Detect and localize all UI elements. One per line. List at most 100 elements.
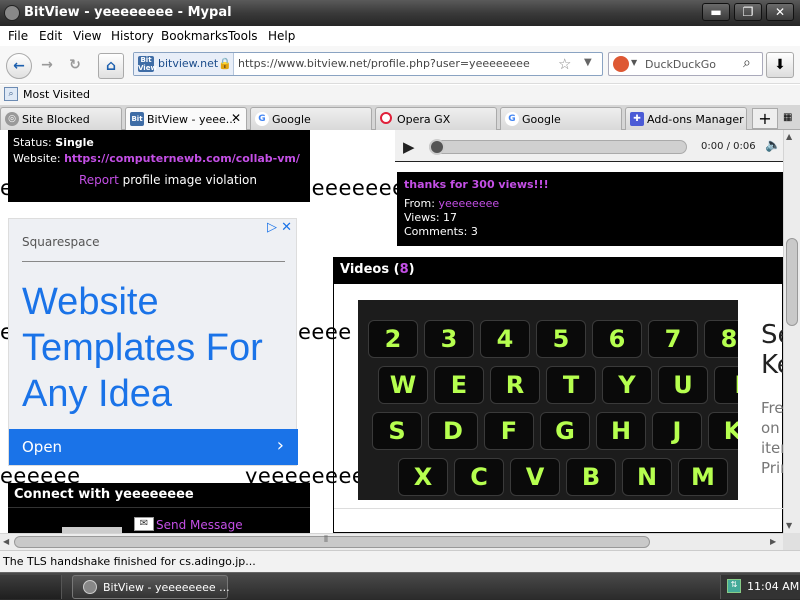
bookmark-most-visited[interactable]: Most Visited: [23, 88, 90, 101]
reload-button[interactable]: ↻: [62, 53, 88, 79]
report-link[interactable]: Report: [79, 173, 119, 187]
tab-google-2[interactable]: G Google: [500, 107, 622, 130]
url-history-dropdown-icon[interactable]: ▼: [584, 57, 592, 68]
list-all-tabs-icon[interactable]: ▦: [783, 112, 792, 123]
downloads-button[interactable]: ⬇: [766, 52, 794, 78]
search-engine-dropdown-icon[interactable]: ▼: [631, 58, 637, 67]
globe-icon: ◎: [5, 112, 19, 126]
status-text: The TLS handshake finished for cs.adingo…: [3, 555, 256, 568]
menu-view[interactable]: View: [73, 29, 101, 43]
status-line: Status: Single: [13, 136, 94, 149]
home-button[interactable]: ⌂: [98, 53, 124, 79]
website-label: Website:: [13, 152, 61, 165]
keyboard-key: K: [708, 412, 738, 450]
keyboard-key: 3: [424, 320, 474, 358]
video-thumbnail[interactable]: 2345678 WERTYUI SDFGHJK XCVBNM: [358, 300, 738, 500]
horizontal-scroll-thumb[interactable]: [14, 536, 650, 548]
send-message-link[interactable]: Send Message: [156, 518, 243, 532]
ad-open-button[interactable]: Open ›: [9, 429, 298, 465]
puzzle-icon: ✚: [630, 112, 644, 126]
scroll-down-icon[interactable]: ▼: [786, 521, 792, 530]
tab-site-blocked[interactable]: ◎ Site Blocked: [0, 107, 122, 130]
horizontal-scrollbar[interactable]: ◀ ⦀ ▶: [0, 533, 783, 550]
minimize-button[interactable]: ▬: [702, 3, 730, 21]
identity-site-name: bitview.net: [158, 57, 219, 70]
menu-tools[interactable]: Tools: [228, 29, 258, 43]
status-bar: The TLS handshake finished for cs.adingo…: [0, 550, 800, 572]
menu-file[interactable]: File: [8, 29, 28, 43]
scroll-grip-icon: ⦀: [324, 535, 328, 545]
system-tray: ⇅ 11:04 AM: [720, 575, 800, 599]
page-content: eeeeeeee yeeeeeeeeeee yeeeeeeeeeeee eeee…: [0, 130, 783, 533]
menu-edit[interactable]: Edit: [39, 29, 62, 43]
videos-count: 8: [399, 262, 409, 277]
keyboard-key: 8: [704, 320, 738, 358]
forward-button[interactable]: →: [34, 53, 60, 79]
start-button[interactable]: [0, 575, 62, 599]
bookmark-star-icon[interactable]: ☆: [558, 55, 571, 73]
ad-open-label: Open: [22, 438, 63, 456]
search-icon[interactable]: ⌕: [743, 55, 751, 71]
back-button[interactable]: ←: [6, 53, 32, 79]
vertical-scroll-thumb[interactable]: [786, 238, 798, 326]
keyboard-key: 5: [536, 320, 586, 358]
play-icon[interactable]: ▶: [403, 138, 415, 156]
keyboard-key: F: [484, 412, 534, 450]
report-line: Report profile image violation: [79, 173, 257, 187]
videos-heading: Videos (8): [340, 262, 415, 277]
scroll-right-icon[interactable]: ▶: [770, 537, 776, 546]
keyboard-key: R: [490, 366, 540, 404]
video-title-link[interactable]: thanks for 300 views!!!: [404, 178, 549, 191]
duckduckgo-icon[interactable]: [613, 56, 629, 72]
status-value: Single: [55, 136, 94, 149]
envelope-icon: ✉: [134, 517, 154, 531]
keyboard-key: D: [428, 412, 478, 450]
maximize-button[interactable]: ❐: [734, 3, 762, 21]
tab-label: Add-ons Manager: [647, 113, 744, 126]
mypal-app-icon: [4, 5, 20, 21]
tab-label: Opera GX: [397, 113, 451, 126]
keyboard-key: E: [434, 366, 484, 404]
connect-divider: [8, 507, 310, 508]
ad-headline[interactable]: Website Templates For Any Idea: [22, 279, 292, 417]
keyboard-key: C: [454, 458, 504, 496]
vertical-scrollbar[interactable]: ▲ ▼: [783, 130, 800, 533]
video-title-fragment[interactable]: SeKe: [761, 320, 783, 380]
search-input[interactable]: DuckDuckGo: [645, 58, 716, 71]
search-bar[interactable]: ▼ DuckDuckGo ⌕: [608, 52, 763, 76]
seek-bar[interactable]: [429, 140, 687, 154]
volume-icon[interactable]: 🔈: [765, 138, 781, 153]
uploader-link[interactable]: yeeeeeeee: [438, 197, 499, 210]
mypal-taskbar-icon: [83, 580, 97, 594]
taskbar-window-button[interactable]: BitView - yeeeeeeee ...: [72, 575, 230, 599]
site-identity-button[interactable]: Bit View bitview.net 🔒: [134, 53, 234, 75]
url-bar[interactable]: Bit View bitview.net 🔒 https://www.bitvi…: [133, 52, 603, 76]
tab-addons-manager[interactable]: ✚ Add-ons Manager: [625, 107, 747, 130]
close-tab-icon[interactable]: ✕: [231, 111, 241, 125]
network-icon[interactable]: ⇅: [727, 579, 741, 593]
keyboard-key: 7: [648, 320, 698, 358]
seek-handle[interactable]: [429, 139, 445, 155]
scroll-left-icon[interactable]: ◀: [3, 537, 9, 546]
website-link[interactable]: https://computernewb.com/collab-vm/: [64, 152, 300, 165]
videos-header: Videos (8): [334, 258, 783, 284]
keyboard-key: 4: [480, 320, 530, 358]
adchoices-close-icon[interactable]: ▷ ✕: [267, 220, 292, 235]
videos-divider: [334, 508, 783, 509]
new-tab-button[interactable]: +: [752, 108, 778, 129]
tab-bitview[interactable]: Bit BitView - yeee... ✕: [125, 107, 247, 130]
squarespace-ad[interactable]: Squarespace ▷ ✕ Website Templates For An…: [8, 218, 298, 466]
clock[interactable]: 11:04 AM: [747, 580, 799, 593]
tab-opera-gx[interactable]: Opera GX: [375, 107, 497, 130]
scroll-up-icon[interactable]: ▲: [786, 132, 792, 141]
menu-help[interactable]: Help: [268, 29, 295, 43]
menu-bookmarks[interactable]: Bookmarks: [161, 29, 228, 43]
google-icon: G: [505, 112, 519, 126]
close-window-button[interactable]: ✕: [766, 3, 794, 21]
lock-icon: 🔒: [218, 57, 232, 70]
playback-time: 0:00 / 0:06: [701, 141, 756, 152]
tab-google[interactable]: G Google: [250, 107, 372, 130]
menu-history[interactable]: History: [111, 29, 154, 43]
videos-section: Videos (8) 2345678WERTYUISDFGHJKXCVBNM S…: [333, 257, 783, 533]
url-input[interactable]: https://www.bitview.net/profile.php?user…: [238, 57, 530, 70]
